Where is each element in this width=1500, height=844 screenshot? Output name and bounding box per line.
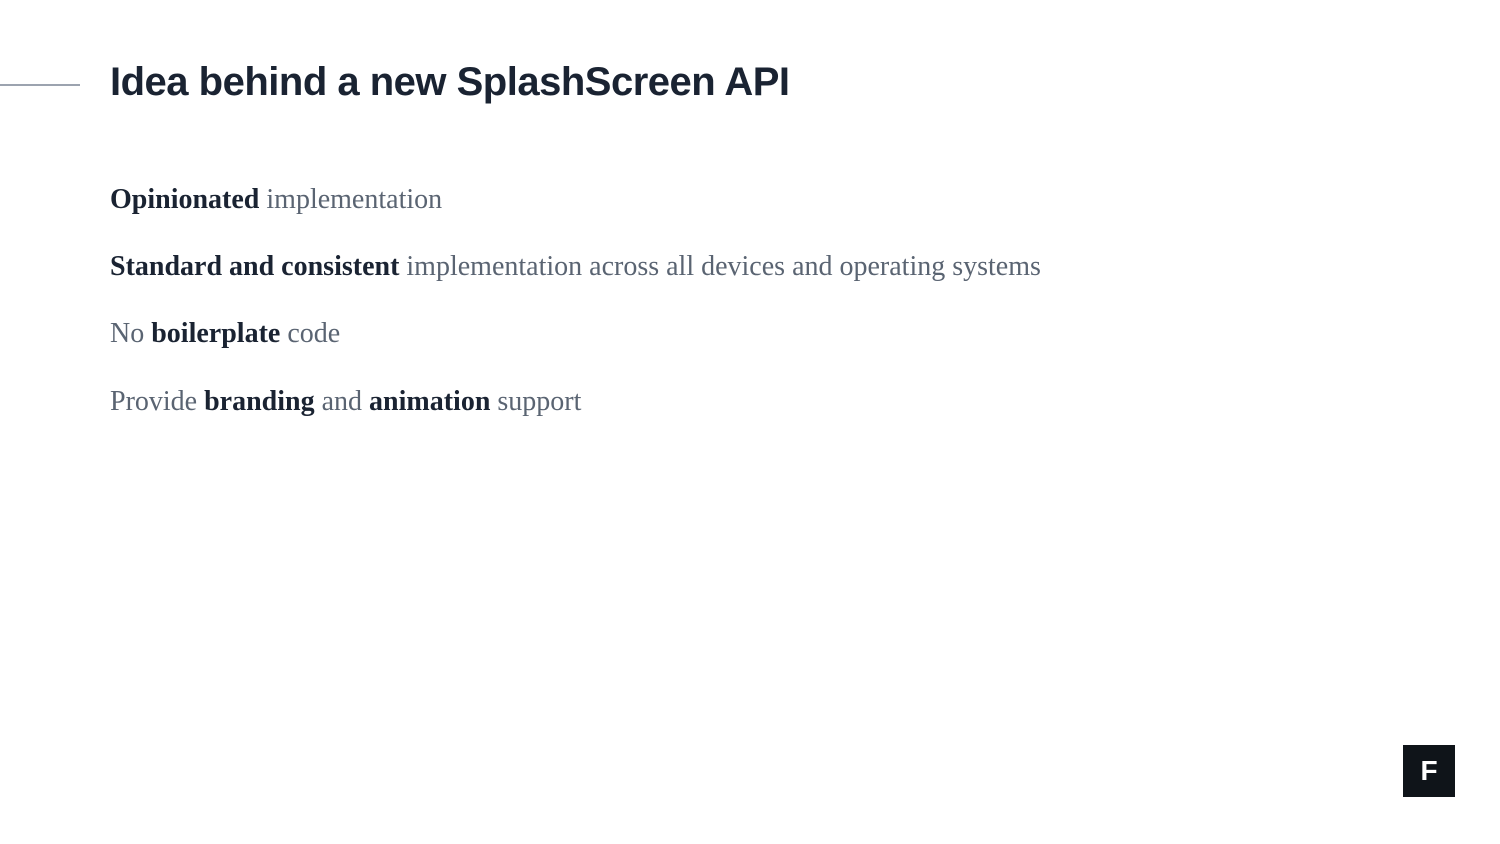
bullet-item: No boilerplate code xyxy=(110,314,1041,353)
slide-title: Idea behind a new SplashScreen API xyxy=(110,60,790,105)
bullet-item: Standard and consistent implementation a… xyxy=(110,247,1041,286)
bullet-item: Opinionated implementation xyxy=(110,180,1041,219)
bullet-text-bold: boilerplate xyxy=(151,318,280,349)
bullet-text: support xyxy=(490,386,581,417)
brand-logo: F xyxy=(1403,745,1455,797)
bullet-text-bold: branding xyxy=(204,386,315,417)
bullet-text: implementation across all devices and op… xyxy=(399,251,1041,282)
bullet-text-bold: Standard and consistent xyxy=(110,251,399,282)
bullet-text: Provide xyxy=(110,386,204,417)
bullet-text-bold: animation xyxy=(369,386,490,417)
slide-content: Opinionated implementation Standard and … xyxy=(110,180,1041,449)
bullet-text: and xyxy=(315,386,369,417)
bullet-text: implementation xyxy=(259,184,442,215)
bullet-text: code xyxy=(280,318,340,349)
title-decoration-line xyxy=(0,84,80,86)
bullet-text: No xyxy=(110,318,151,349)
bullet-item: Provide branding and animation support xyxy=(110,382,1041,421)
bullet-text-bold: Opinionated xyxy=(110,184,259,215)
brand-logo-letter: F xyxy=(1420,755,1437,787)
